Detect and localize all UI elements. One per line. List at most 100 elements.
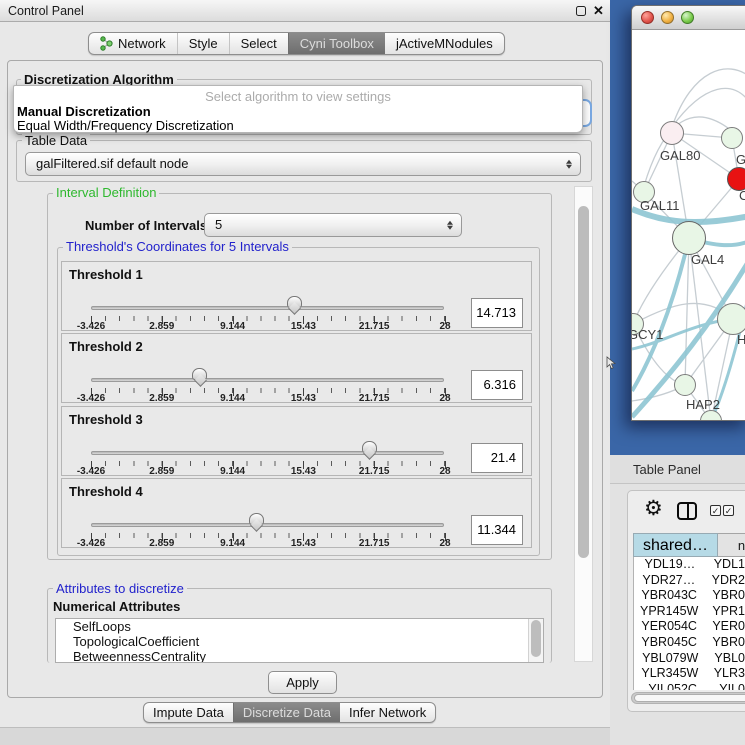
tab-cyni-toolbox[interactable]: Cyni Toolbox [288,33,385,54]
table-data-label: Table Data [22,134,90,147]
table-row[interactable]: YLR345WYLR3 [634,666,745,682]
tab-jactivemnodules[interactable]: jActiveMNodules [385,33,504,54]
threshold-4-panel: Threshold 4 -3.4262.8599.14415.4321.7152… [61,478,532,548]
dropdown-option-equal-width[interactable]: Equal Width/Frequency Discretization [17,118,234,133]
float-window-icon[interactable] [576,6,586,16]
slider-track[interactable] [91,451,444,455]
number-of-intervals-label: Number of Intervals [85,218,207,233]
threshold-3-value-field[interactable]: 21.4 [471,443,523,473]
interval-definition-label: Interval Definition [53,186,159,199]
node-hap2[interactable] [674,374,696,396]
table-hscrollbar-thumb[interactable] [634,694,745,702]
network-view-window: GAL80 G. C GAL11 GAL4 GCY1 H HAP2 [631,5,745,421]
screen: Control Panel ✕ Network Style Select Cyn… [0,0,745,745]
control-panel-tabbar: Network Style Select Cyni Toolbox jActiv… [88,32,505,55]
close-icon[interactable]: ✕ [593,0,604,22]
node-label-gal80: GAL80 [660,148,700,163]
slider-tick-labels: -3.4262.8599.14415.4321.71528 [91,321,445,333]
combo-spinner-icon [447,219,453,232]
cyni-bottom-tabbar: Impute Data Discretize Data Infer Networ… [143,702,436,723]
slider-track[interactable] [91,523,444,527]
table-row[interactable]: YER054CYER0 [634,619,745,635]
control-panel-titlebar: Control Panel ✕ [0,0,610,22]
threshold-4-value-field[interactable]: 11.344 [471,515,523,545]
node-label-gcy1: GCY1 [632,327,663,342]
threshold-1-panel: Threshold 1 -3.4262.8599.14415.4321.7152… [61,261,532,331]
window-title: Control Panel [8,0,84,22]
table-panel-title: Table Panel [633,462,701,477]
apply-button[interactable]: Apply [268,671,337,694]
threshold-1-slider[interactable]: -3.4262.8599.14415.4321.71528 [91,262,444,332]
tab-style[interactable]: Style [177,33,229,54]
threshold-1-value-field[interactable]: 14.713 [471,298,523,328]
split-columns-icon[interactable] [677,502,697,520]
list-scrollbar-thumb[interactable] [531,620,541,657]
threshold-3-panel: Threshold 3 -3.4262.8599.14415.4321.7152… [61,406,532,476]
attributes-group-label: Attributes to discretize [53,582,187,595]
window-bottom-strip [0,728,610,745]
threshold-2-slider[interactable]: -3.4262.8599.14415.4321.71528 [91,334,444,404]
number-of-intervals-value: 5 [215,214,222,236]
node-table: YDL19…YDL1 YDR27…YDR2 YBR043CYBR0 YPR145… [633,557,745,690]
close-traffic-light-icon[interactable] [641,11,654,24]
algorithm-dropdown-popup: Select algorithm to view settings Manual… [13,85,583,133]
node-label-h: H [737,332,745,347]
mouse-cursor [606,356,618,371]
slider-thumb[interactable] [249,513,264,525]
tab-network[interactable]: Network [89,33,177,54]
combo-spinner-icon [566,158,572,171]
table-row[interactable]: YDL19…YDL1 [634,557,745,573]
slider-tick-labels: -3.4262.8599.14415.4321.71528 [91,466,445,478]
threshold-coordinates-label: Threshold's Coordinates for 5 Intervals [63,240,292,253]
slider-tick-labels: -3.4262.8599.14415.4321.71528 [91,393,445,405]
node-label-partial-c: C [739,188,745,203]
number-of-intervals-combobox[interactable]: 5 [204,213,462,237]
slider-thumb[interactable] [192,368,207,380]
tab-infer-network[interactable]: Infer Network [340,703,435,722]
tab-discretize-data[interactable]: Discretize Data [233,703,340,722]
node-partial-top-right[interactable] [721,127,743,149]
node-label-hap2: HAP2 [686,397,720,412]
tab-select[interactable]: Select [229,33,288,54]
network-canvas[interactable]: GAL80 G. C GAL11 GAL4 GCY1 H HAP2 [632,31,745,420]
network-window-titlebar [632,6,745,30]
dropdown-option-manual[interactable]: Manual Discretization [17,104,151,119]
slider-thumb[interactable] [287,296,302,308]
node-label-partial-g: G. [736,152,745,167]
threshold-4-slider[interactable]: -3.4262.8599.14415.4321.71528 [91,479,444,549]
column-header-name[interactable]: n… [718,533,745,557]
table-data-selected: galFiltered.sif default node [36,153,188,175]
zoom-traffic-light-icon[interactable] [681,11,694,24]
threshold-2-value-field[interactable]: 6.316 [471,370,523,400]
tab-label: Network [118,36,166,51]
table-row[interactable]: YPR145WYPR1 [634,604,745,620]
node-label-gal11: GAL11 [640,198,680,213]
node-gal80[interactable] [660,121,684,145]
slider-track[interactable] [91,378,444,382]
node-gal4[interactable] [672,221,706,255]
node-h[interactable] [717,303,745,335]
table-row[interactable]: YBR045CYBR0 [634,635,745,651]
list-item[interactable]: BetweennessCentrality [56,649,543,663]
table-row[interactable]: YBL079WYBL0 [634,651,745,667]
table-data-combobox[interactable]: galFiltered.sif default node [25,152,581,176]
numerical-attributes-list: SelfLoops TopologicalCoefficient Between… [55,618,544,663]
checkbox-icon[interactable]: ✓ [723,505,734,516]
slider-thumb[interactable] [362,441,377,453]
table-row[interactable]: YBR043CYBR0 [634,588,745,604]
table-row[interactable]: YIL052CYIL0 [634,682,745,690]
dropdown-placeholder-option[interactable]: Select algorithm to view settings [14,89,582,104]
column-header-shared-name[interactable]: shared… [633,533,718,557]
numerical-attributes-label: Numerical Attributes [53,599,180,614]
gear-icon[interactable]: ⚙ [644,498,663,519]
main-scrollbar-thumb[interactable] [578,206,589,558]
list-item[interactable]: TopologicalCoefficient [56,634,543,649]
checkbox-icon[interactable]: ✓ [710,505,721,516]
threshold-3-slider[interactable]: -3.4262.8599.14415.4321.71528 [91,407,444,477]
slider-track[interactable] [91,306,444,310]
minimize-traffic-light-icon[interactable] [661,11,674,24]
tab-impute-data[interactable]: Impute Data [144,703,233,722]
list-item[interactable]: SelfLoops [56,619,543,634]
table-row[interactable]: YDR27…YDR2 [634,573,745,589]
threshold-2-panel: Threshold 2 -3.4262.8599.14415.4321.7152… [61,333,532,403]
